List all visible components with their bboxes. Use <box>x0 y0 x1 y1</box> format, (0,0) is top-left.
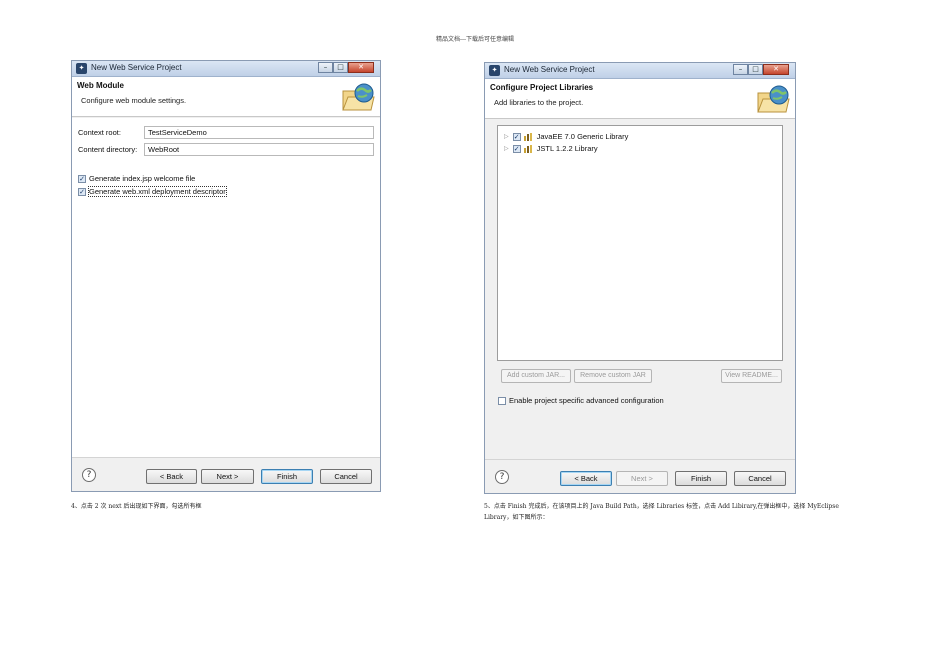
checkbox-checked-icon[interactable]: ✓ <box>512 144 521 153</box>
content-directory-row: Content directory: WebRoot <box>78 143 374 156</box>
advanced-config-label: Enable project specific advanced configu… <box>509 396 664 405</box>
context-root-row: Context root: TestServiceDemo <box>78 126 374 139</box>
content-directory-input[interactable]: WebRoot <box>144 143 374 156</box>
back-button[interactable]: < Back <box>146 469 197 484</box>
page-header: 精品文档---下载后可任意编辑 <box>435 36 515 43</box>
window-title: New Web Service Project <box>91 63 182 72</box>
help-icon[interactable]: ? <box>82 468 96 482</box>
cancel-button[interactable]: Cancel <box>320 469 372 484</box>
context-root-input[interactable]: TestServiceDemo <box>144 126 374 139</box>
wizard-banner: Configure Project Libraries Add librarie… <box>485 79 795 119</box>
web-project-wizard-icon <box>757 85 790 113</box>
advanced-config-checkbox-row[interactable]: Enable project specific advanced configu… <box>498 395 664 406</box>
window-title: New Web Service Project <box>504 65 595 74</box>
remove-custom-jar-button[interactable]: Remove custom JAR <box>574 369 652 383</box>
wizard-body: Context root: TestServiceDemo Content di… <box>72 118 380 457</box>
generate-index-checkbox-row[interactable]: ✓ Generate index.jsp welcome file <box>78 173 195 184</box>
library-label: JSTL 1.2.2 Library <box>536 144 598 153</box>
page-description: Add libraries to the project. <box>494 98 584 107</box>
wizard-button-bar: ? < Back Next > Finish Cancel <box>485 459 795 493</box>
caption-step-4: 4、点击 2 次 next 后出现如下界面，勾选所有框 <box>71 503 202 510</box>
page-title: Configure Project Libraries <box>490 83 594 92</box>
titlebar[interactable]: ✦ New Web Service Project – □ ✕ <box>72 61 380 77</box>
context-root-label: Context root: <box>78 128 121 137</box>
library-tree[interactable]: ▷ ✓ JavaEE 7.0 Generic Library ▷ ✓ JSTL … <box>497 125 783 361</box>
tree-item-javaee[interactable]: ▷ ✓ JavaEE 7.0 Generic Library <box>504 131 628 142</box>
library-icon <box>523 144 534 153</box>
generate-webxml-label: Generate web.xml deployment descriptor <box>88 186 227 197</box>
next-button[interactable]: Next > <box>201 469 254 484</box>
close-icon[interactable]: ✕ <box>348 62 374 73</box>
maximize-icon[interactable]: □ <box>748 64 763 75</box>
caption-step-5-line1: 5、点击 Finish 完成后，在该项目上的 Java Build Path，选… <box>484 503 839 510</box>
expand-arrow-icon[interactable]: ▷ <box>504 145 509 152</box>
wizard-button-bar: ? < Back Next > Finish Cancel <box>72 457 380 491</box>
page-description: Configure web module settings. <box>81 96 187 105</box>
checkbox-checked-icon[interactable]: ✓ <box>78 174 86 183</box>
library-icon <box>523 132 534 141</box>
generate-index-label: Generate index.jsp welcome file <box>89 174 196 183</box>
cancel-button[interactable]: Cancel <box>734 471 786 486</box>
close-icon[interactable]: ✕ <box>763 64 789 75</box>
web-project-wizard-icon <box>342 83 375 111</box>
minimize-icon[interactable]: – <box>318 62 333 73</box>
help-icon[interactable]: ? <box>495 470 509 484</box>
minimize-icon[interactable]: – <box>733 64 748 75</box>
checkbox-unchecked-icon[interactable] <box>498 396 506 405</box>
add-custom-jar-button[interactable]: Add custom JAR... <box>501 369 571 383</box>
page-title: Web Module <box>77 81 124 90</box>
expand-arrow-icon[interactable]: ▷ <box>504 133 509 140</box>
library-label: JavaEE 7.0 Generic Library <box>536 132 629 141</box>
next-button: Next > <box>616 471 668 486</box>
view-readme-button[interactable]: View README... <box>721 369 782 383</box>
generate-webxml-checkbox-row[interactable]: ✓ Generate web.xml deployment descriptor <box>78 186 227 197</box>
tree-item-jstl[interactable]: ▷ ✓ JSTL 1.2.2 Library <box>504 143 598 154</box>
titlebar[interactable]: ✦ New Web Service Project – □ ✕ <box>485 63 795 79</box>
left-wizard-dialog: ✦ New Web Service Project – □ ✕ Web Modu… <box>71 60 381 492</box>
checkbox-checked-icon[interactable]: ✓ <box>78 187 86 196</box>
finish-button[interactable]: Finish <box>261 469 313 484</box>
back-button[interactable]: < Back <box>560 471 612 486</box>
wizard-banner: Web Module Configure web module settings… <box>72 77 380 117</box>
finish-button[interactable]: Finish <box>675 471 727 486</box>
right-wizard-dialog: ✦ New Web Service Project – □ ✕ Configur… <box>484 62 796 494</box>
maximize-icon[interactable]: □ <box>333 62 348 73</box>
app-icon: ✦ <box>489 65 500 76</box>
content-directory-label: Content directory: <box>78 145 138 154</box>
checkbox-checked-icon[interactable]: ✓ <box>512 132 521 141</box>
app-icon: ✦ <box>76 63 87 74</box>
caption-step-5-line2: Library，如下图所示： <box>484 514 549 521</box>
